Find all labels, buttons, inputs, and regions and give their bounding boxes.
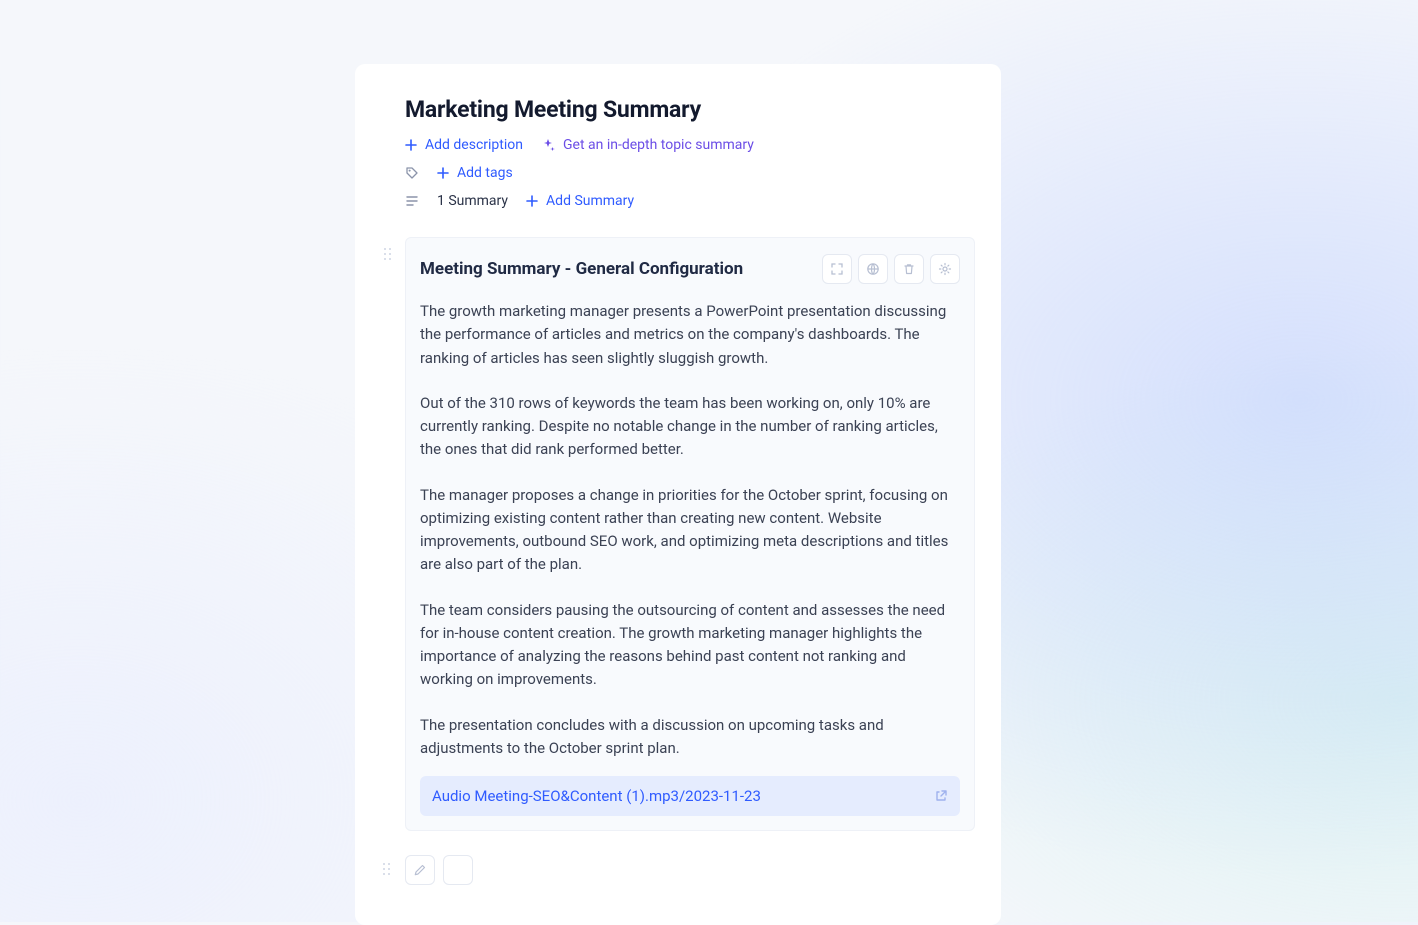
drag-handle[interactable] [383, 863, 390, 875]
topic-summary-label: Get an in-depth topic summary [563, 137, 754, 153]
add-tags-button[interactable]: Add tags [437, 165, 513, 181]
summary-body: The growth marketing manager presents a … [420, 300, 960, 760]
summary-paragraph: The presentation concludes with a discus… [420, 714, 960, 761]
add-summary-label: Add Summary [546, 193, 634, 209]
add-tags-label: Add tags [457, 165, 513, 181]
drag-dots-icon [383, 863, 390, 875]
sparkle-icon [541, 138, 555, 152]
list-icon [405, 194, 419, 208]
attachment-label: Audio Meeting-SEO&Content (1).mp3/2023-1… [432, 787, 761, 805]
get-topic-summary-button[interactable]: Get an in-depth topic summary [541, 137, 754, 153]
settings-button[interactable] [930, 254, 960, 284]
trash-icon [902, 262, 916, 276]
open-external-icon [934, 789, 948, 803]
expand-button[interactable] [822, 254, 852, 284]
attachment-chip[interactable]: Audio Meeting-SEO&Content (1).mp3/2023-1… [420, 776, 960, 816]
summary-count-label: 1 Summary [437, 193, 508, 209]
expand-icon [830, 262, 844, 276]
summary-count-row: 1 Summary Add Summary [405, 193, 975, 209]
add-description-button[interactable]: Add description [405, 137, 523, 153]
globe-button[interactable] [858, 254, 888, 284]
drag-handle[interactable] [384, 248, 391, 260]
summary-paragraph: The team considers pausing the outsourci… [420, 599, 960, 692]
blank-icon [451, 863, 465, 877]
tags-row: Add tags [405, 165, 975, 181]
secondary-button[interactable] [443, 855, 473, 885]
summary-toolbar [822, 254, 960, 284]
add-description-label: Add description [425, 137, 523, 153]
summary-title: Meeting Summary - General Configuration [420, 259, 743, 279]
globe-icon [866, 262, 880, 276]
summary-paragraph: The growth marketing manager presents a … [420, 300, 960, 370]
summary-paragraph: The manager proposes a change in priorit… [420, 484, 960, 577]
delete-button[interactable] [894, 254, 924, 284]
page-title: Marketing Meeting Summary [405, 96, 975, 123]
summary-paragraph: Out of the 310 rows of keywords the team… [420, 392, 960, 462]
gear-icon [938, 262, 952, 276]
drag-dots-icon [384, 248, 391, 260]
edit-button[interactable] [405, 855, 435, 885]
summary-header: Meeting Summary - General Configuration [420, 254, 960, 284]
plus-icon [437, 167, 449, 179]
tag-icon [405, 166, 419, 180]
pencil-icon [413, 863, 427, 877]
actions-row: Add description Get an in-depth topic su… [405, 137, 975, 153]
bottom-block [405, 855, 975, 885]
document-card: Marketing Meeting Summary Add descriptio… [355, 64, 1001, 925]
plus-icon [405, 139, 417, 151]
add-summary-button[interactable]: Add Summary [526, 193, 634, 209]
summary-block: Meeting Summary - General Configuration [405, 237, 975, 831]
plus-icon [526, 195, 538, 207]
